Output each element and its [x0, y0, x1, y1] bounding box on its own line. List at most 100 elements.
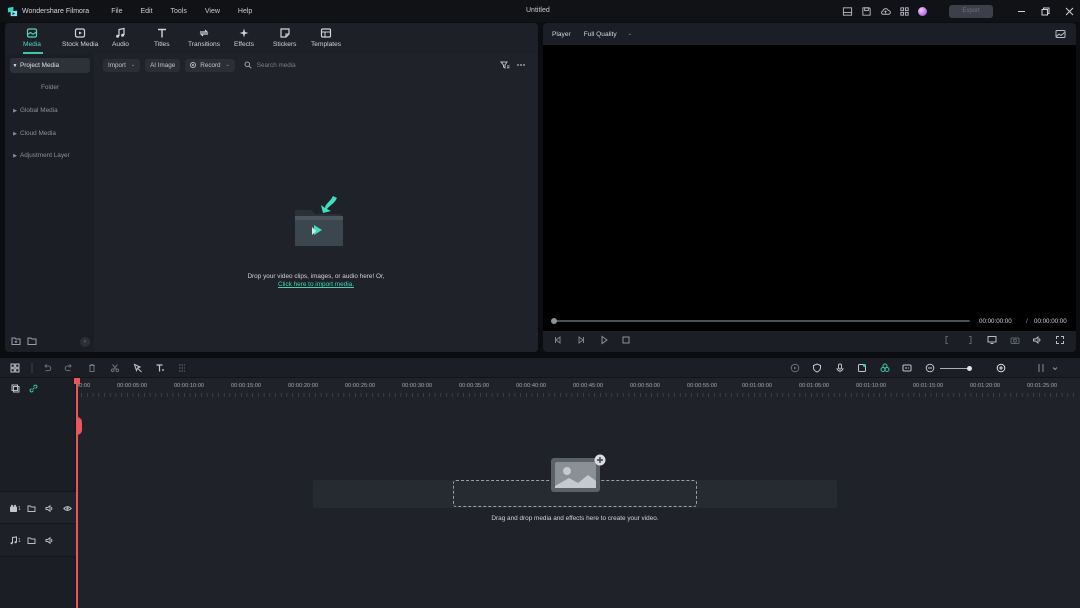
search-media-field[interactable]: Search media — [244, 61, 296, 69]
zoom-out-icon[interactable] — [925, 363, 935, 373]
camera-snapshot-icon[interactable] — [1010, 335, 1020, 345]
tab-transitions[interactable]: Transitions — [188, 27, 220, 48]
playhead-handle[interactable] — [76, 417, 82, 435]
step-forward-icon[interactable] — [576, 335, 586, 345]
link-icon[interactable] — [29, 384, 38, 393]
search-icon — [244, 61, 252, 69]
stop-icon[interactable] — [621, 335, 631, 345]
layout-icon[interactable] — [842, 6, 853, 17]
save-icon[interactable] — [861, 6, 872, 17]
transition-icon — [199, 29, 209, 37]
import-folder-illustration[interactable] — [293, 194, 345, 250]
import-label: Import — [108, 61, 126, 69]
timeline-toolbar — [0, 358, 1080, 378]
menu-view[interactable]: View — [205, 8, 220, 15]
ai-effects-icon[interactable] — [880, 363, 890, 373]
delete-icon[interactable] — [87, 363, 97, 373]
tab-effects-label: Effects — [234, 41, 255, 48]
selection-tool-icon[interactable] — [133, 363, 143, 373]
text-tool-icon[interactable] — [155, 363, 165, 373]
sidebar-item-adjustment-layer[interactable]: ▶ Adjustment Layer — [10, 148, 90, 163]
tab-effects[interactable]: Effects — [234, 27, 254, 48]
ai-image-button[interactable]: AI Image — [145, 58, 181, 72]
split-scissors-icon[interactable] — [110, 363, 120, 373]
timeline-ruler[interactable]: 00:00 00:00:05:00 00:00:10:00 00:00:15:0… — [76, 378, 1080, 398]
zoom-slider-track[interactable] — [940, 368, 970, 369]
add-track-icon[interactable] — [11, 384, 20, 393]
import-media-link[interactable]: Click here to import media. — [94, 281, 538, 289]
track-folder-icon[interactable] — [27, 536, 36, 545]
sidebar-item-cloud-media[interactable]: ▶ Cloud Media — [10, 126, 90, 141]
mute-speaker-icon[interactable] — [45, 536, 54, 545]
redo-icon[interactable] — [64, 363, 74, 373]
ruler-label: 00:00:05:00 — [117, 383, 148, 389]
minimize-icon — [1017, 10, 1025, 12]
sidebar-item-project-media[interactable]: ▼ Project Media — [10, 58, 90, 73]
track-folder-icon[interactable] — [27, 504, 36, 513]
play-icon[interactable] — [599, 335, 609, 345]
tab-templates[interactable]: Templates — [311, 27, 341, 48]
render-preview-icon[interactable] — [790, 363, 800, 373]
caret-right-icon: ▶ — [13, 152, 17, 159]
video-preview[interactable] — [543, 45, 1076, 331]
step-back-icon[interactable] — [553, 335, 563, 345]
tab-audio[interactable]: Audio — [112, 27, 129, 48]
subtitle-icon[interactable] — [902, 363, 912, 373]
more-options-icon[interactable] — [516, 60, 526, 70]
volume-icon[interactable] — [1032, 335, 1042, 345]
eye-visibility-icon[interactable] — [63, 504, 72, 513]
restore-button[interactable] — [1034, 0, 1056, 22]
menu-tools[interactable]: Tools — [171, 8, 187, 15]
tab-stickers[interactable]: Stickers — [273, 27, 296, 48]
quality-dropdown[interactable]: Full Quality ⌄ — [584, 31, 632, 38]
tab-audio-label: Audio — [112, 41, 129, 48]
timeline-settings-icon[interactable] — [1036, 363, 1046, 373]
layout-grid-icon[interactable] — [10, 363, 20, 373]
stock-media-icon — [75, 28, 86, 38]
display-settings-icon[interactable] — [987, 335, 997, 345]
chevron-down-icon[interactable] — [1050, 363, 1060, 373]
fullscreen-icon[interactable] — [1055, 335, 1065, 345]
video-track-icon — [10, 504, 17, 512]
sidebar-item-global-media[interactable]: ▶ Global Media — [10, 103, 90, 118]
ai-voice-icon[interactable] — [857, 363, 867, 373]
undo-icon[interactable] — [42, 363, 52, 373]
export-button[interactable]: Export — [949, 4, 993, 18]
user-avatar[interactable] — [918, 6, 927, 16]
microphone-icon[interactable] — [835, 363, 845, 373]
marker-shield-icon[interactable] — [812, 363, 822, 373]
close-button[interactable] — [1058, 0, 1080, 22]
minimize-button[interactable] — [1010, 0, 1032, 22]
template-icon — [320, 28, 332, 38]
record-dropdown[interactable]: Record ⌄ — [185, 58, 235, 72]
playhead-cap[interactable] — [74, 378, 80, 384]
menu-edit[interactable]: Edit — [140, 8, 152, 15]
total-time: 00:00:00:00 — [1034, 318, 1067, 325]
zoom-in-icon[interactable] — [996, 363, 1006, 373]
cloud-upload-icon[interactable] — [880, 6, 891, 17]
sidebar-item-folder[interactable]: Folder — [41, 84, 59, 91]
playhead-line[interactable] — [76, 378, 78, 608]
filter-sort-icon[interactable] — [500, 60, 510, 70]
tab-media[interactable]: Media — [23, 27, 41, 48]
mark-in-icon[interactable] — [942, 335, 952, 345]
collapse-sidebar-button[interactable]: ‹ — [80, 337, 90, 347]
new-folder-icon[interactable] — [11, 336, 21, 346]
mute-speaker-icon[interactable] — [45, 504, 54, 513]
playback-progress-bar[interactable] — [552, 320, 970, 322]
playback-progress-handle[interactable] — [551, 318, 557, 324]
restore-icon — [1041, 7, 1049, 15]
tab-titles[interactable]: Titles — [154, 27, 170, 48]
menu-help[interactable]: Help — [238, 8, 252, 15]
grid-apps-icon[interactable] — [899, 6, 910, 17]
more-tools-icon[interactable] — [177, 363, 187, 373]
tab-stock-media[interactable]: Stock Media — [62, 27, 98, 48]
mark-out-icon[interactable] — [965, 335, 975, 345]
import-dropdown[interactable]: Import ⌄ — [103, 58, 141, 72]
menu-file[interactable]: File — [111, 8, 122, 15]
chevron-down-icon: ⌄ — [130, 62, 136, 68]
folder-icon[interactable] — [27, 336, 37, 346]
zoom-slider-handle[interactable] — [967, 366, 972, 371]
image-snapshot-icon[interactable] — [1055, 29, 1066, 39]
ruler-label: 00:01:05:00 — [799, 383, 830, 389]
